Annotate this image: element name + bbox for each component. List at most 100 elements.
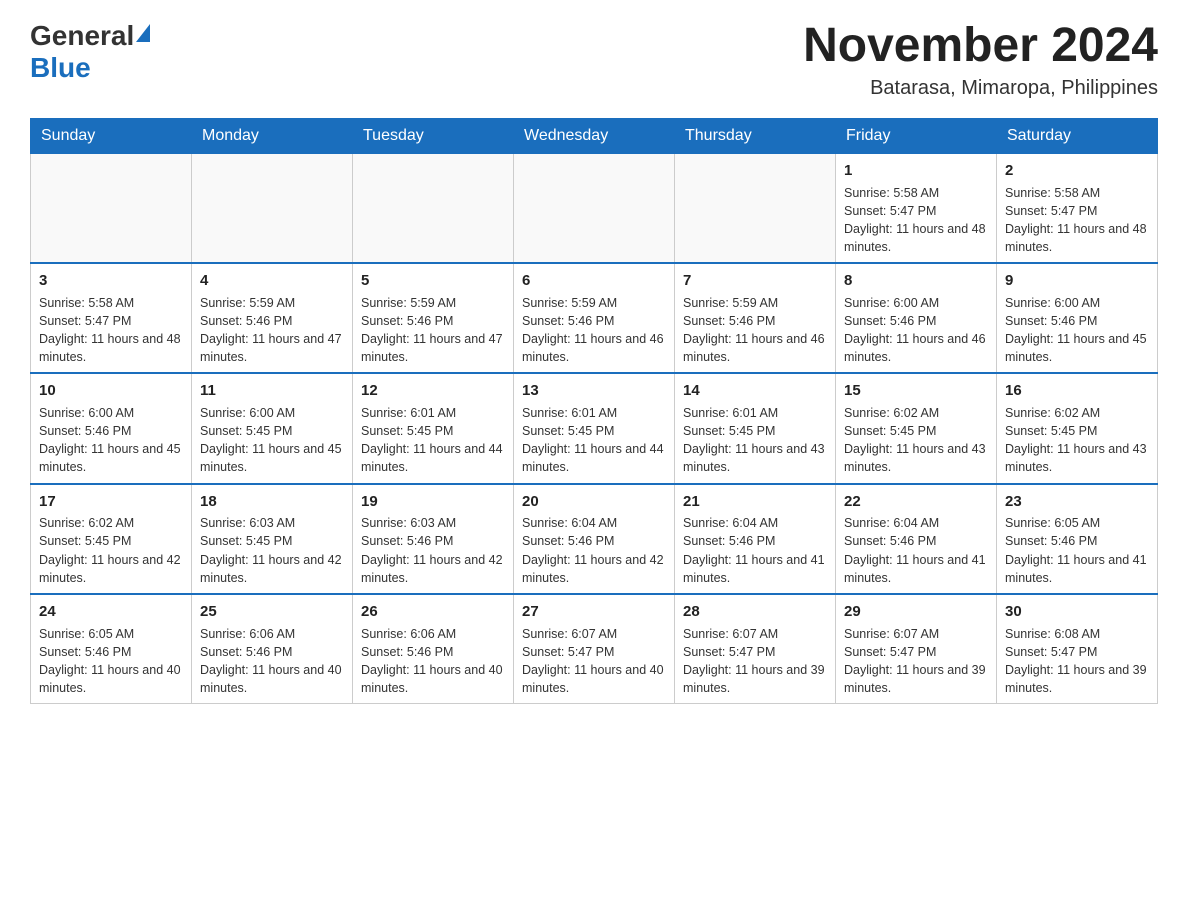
day-number: 2	[1005, 160, 1149, 182]
calendar-cell: 13Sunrise: 6:01 AMSunset: 5:45 PMDayligh…	[514, 373, 675, 483]
daylight-text: Daylight: 11 hours and 40 minutes.	[522, 661, 666, 697]
calendar-cell	[514, 153, 675, 263]
daylight-text: Daylight: 11 hours and 44 minutes.	[522, 440, 666, 476]
sunrise-text: Sunrise: 6:06 AM	[361, 625, 505, 643]
calendar-cell: 25Sunrise: 6:06 AMSunset: 5:46 PMDayligh…	[192, 594, 353, 704]
day-number: 29	[844, 601, 988, 623]
sunset-text: Sunset: 5:46 PM	[1005, 532, 1149, 550]
day-number: 19	[361, 491, 505, 513]
calendar-cell: 16 Sunrise: 6:02 AMSunset: 5:45 PMDayligh…	[997, 373, 1158, 483]
calendar-cell	[192, 153, 353, 263]
sunset-text: Sunset: 5:45 PM	[200, 532, 344, 550]
sunset-text: Sunset: 5:45 PM	[200, 422, 344, 440]
sunset-text: Sunset: 5:46 PM	[683, 312, 827, 330]
day-number: 24	[39, 601, 183, 623]
calendar-cell: 10Sunrise: 6:00 AMSunset: 5:46 PMDayligh…	[31, 373, 192, 483]
daylight-text: Daylight: 11 hours and 42 minutes.	[522, 551, 666, 587]
day-number: 1	[844, 160, 988, 182]
calendar-cell	[31, 153, 192, 263]
sunset-text: Sunset: 5:47 PM	[1005, 643, 1149, 661]
sunrise-text: Sunrise: 6:00 AM	[844, 294, 988, 312]
col-monday: Monday	[192, 118, 353, 153]
calendar-cell: 4Sunrise: 5:59 AMSunset: 5:46 PMDaylight…	[192, 263, 353, 373]
daylight-text: Daylight: 11 hours and 45 minutes.	[1005, 330, 1149, 366]
calendar-cell: 6Sunrise: 5:59 AMSunset: 5:46 PMDaylight…	[514, 263, 675, 373]
calendar-cell: 15Sunrise: 6:02 AMSunset: 5:45 PMDayligh…	[836, 373, 997, 483]
sunrise-text: Sunrise: 6:04 AM	[522, 514, 666, 532]
daylight-text: Daylight: 11 hours and 42 minutes.	[361, 551, 505, 587]
logo: General Blue	[30, 20, 150, 84]
sunset-text: Sunset: 5:47 PM	[844, 643, 988, 661]
sunrise-text: Sunrise: 6:01 AM	[361, 404, 505, 422]
sunrise-text: Sunrise: 5:58 AM	[39, 294, 183, 312]
sunrise-text: Sunrise: 6:02 AM	[844, 404, 988, 422]
month-title: November 2024	[803, 20, 1158, 73]
calendar-week-row: 10Sunrise: 6:00 AMSunset: 5:46 PMDayligh…	[31, 373, 1158, 483]
day-number: 12	[361, 380, 505, 402]
sunset-text: Sunset: 5:45 PM	[1005, 422, 1149, 440]
day-number: 6	[522, 270, 666, 292]
sunrise-text: Sunrise: 5:58 AM	[844, 184, 988, 202]
daylight-text: Daylight: 11 hours and 41 minutes.	[1005, 551, 1149, 587]
calendar-cell	[675, 153, 836, 263]
logo-triangle-icon	[136, 24, 150, 42]
col-sunday: Sunday	[31, 118, 192, 153]
col-friday: Friday	[836, 118, 997, 153]
daylight-text: Daylight: 11 hours and 39 minutes.	[683, 661, 827, 697]
calendar-cell: 29 Sunrise: 6:07 AMSunset: 5:47 PMDayligh…	[836, 594, 997, 704]
daylight-text: Daylight: 11 hours and 48 minutes.	[1005, 220, 1149, 256]
daylight-text: Daylight: 11 hours and 40 minutes.	[361, 661, 505, 697]
sunset-text: Sunset: 5:46 PM	[522, 312, 666, 330]
sunrise-text: Sunrise: 5:59 AM	[200, 294, 344, 312]
calendar-cell: 1Sunrise: 5:58 AMSunset: 5:47 PMDaylight…	[836, 153, 997, 263]
sunrise-text: Sunrise: 6:01 AM	[683, 404, 827, 422]
calendar-cell: 9Sunrise: 6:00 AMSunset: 5:46 PMDaylight…	[997, 263, 1158, 373]
calendar-cell: 30Sunrise: 6:08 AMSunset: 5:47 PMDayligh…	[997, 594, 1158, 704]
daylight-text: Daylight: 11 hours and 42 minutes.	[200, 551, 344, 587]
calendar-cell: 3Sunrise: 5:58 AMSunset: 5:47 PMDaylight…	[31, 263, 192, 373]
sunrise-text: Sunrise: 6:00 AM	[1005, 294, 1149, 312]
daylight-text: Daylight: 11 hours and 44 minutes.	[361, 440, 505, 476]
col-wednesday: Wednesday	[514, 118, 675, 153]
daylight-text: Daylight: 11 hours and 39 minutes.	[844, 661, 988, 697]
calendar-cell: 5Sunrise: 5:59 AMSunset: 5:46 PMDaylight…	[353, 263, 514, 373]
sunrise-text: Sunrise: 5:59 AM	[361, 294, 505, 312]
sunrise-text: Sunrise: 5:59 AM	[683, 294, 827, 312]
sunset-text: Sunset: 5:46 PM	[844, 532, 988, 550]
calendar-cell: 17Sunrise: 6:02 AMSunset: 5:45 PMDayligh…	[31, 484, 192, 594]
daylight-text: Daylight: 11 hours and 43 minutes.	[683, 440, 827, 476]
day-number: 17	[39, 491, 183, 513]
calendar-cell: 8Sunrise: 6:00 AMSunset: 5:46 PMDaylight…	[836, 263, 997, 373]
sunset-text: Sunset: 5:45 PM	[522, 422, 666, 440]
logo-blue-text: Blue	[30, 52, 91, 84]
calendar-cell: 18Sunrise: 6:03 AMSunset: 5:45 PMDayligh…	[192, 484, 353, 594]
sunset-text: Sunset: 5:46 PM	[39, 643, 183, 661]
sunrise-text: Sunrise: 6:03 AM	[361, 514, 505, 532]
daylight-text: Daylight: 11 hours and 40 minutes.	[39, 661, 183, 697]
calendar-cell: 11Sunrise: 6:00 AMSunset: 5:45 PMDayligh…	[192, 373, 353, 483]
sunrise-text: Sunrise: 6:00 AM	[39, 404, 183, 422]
sunrise-text: Sunrise: 6:00 AM	[200, 404, 344, 422]
calendar-cell: 20Sunrise: 6:04 AMSunset: 5:46 PMDayligh…	[514, 484, 675, 594]
sunrise-text: Sunrise: 6:07 AM	[683, 625, 827, 643]
sunrise-text: Sunrise: 6:04 AM	[683, 514, 827, 532]
sunset-text: Sunset: 5:46 PM	[361, 312, 505, 330]
sunset-text: Sunset: 5:46 PM	[361, 532, 505, 550]
sunrise-text: Sunrise: 6:02 AM	[1005, 404, 1149, 422]
day-number: 16	[1005, 380, 1149, 402]
logo-general-text: General	[30, 20, 134, 52]
sunrise-text: Sunrise: 6:08 AM	[1005, 625, 1149, 643]
day-number: 15	[844, 380, 988, 402]
sunrise-text: Sunrise: 6:07 AM	[522, 625, 666, 643]
day-number: 4	[200, 270, 344, 292]
sunset-text: Sunset: 5:46 PM	[200, 312, 344, 330]
day-number: 7	[683, 270, 827, 292]
calendar-cell: 24 Sunrise: 6:05 AMSunset: 5:46 PMDayligh…	[31, 594, 192, 704]
sunset-text: Sunset: 5:45 PM	[39, 532, 183, 550]
sunrise-text: Sunrise: 6:05 AM	[39, 625, 183, 643]
sunset-text: Sunset: 5:46 PM	[361, 643, 505, 661]
daylight-text: Daylight: 11 hours and 43 minutes.	[1005, 440, 1149, 476]
day-number: 21	[683, 491, 827, 513]
sunrise-text: Sunrise: 6:07 AM	[844, 625, 988, 643]
day-number: 30	[1005, 601, 1149, 623]
